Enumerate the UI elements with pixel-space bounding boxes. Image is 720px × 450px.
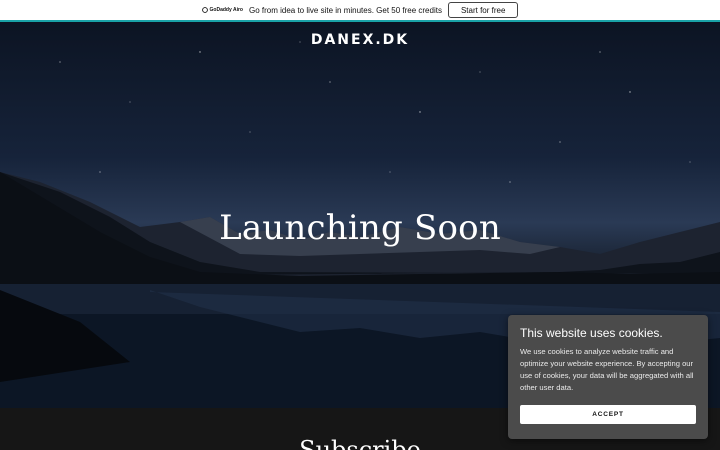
start-for-free-button[interactable]: Start for free — [447, 2, 519, 18]
godaddy-logo-text: GoDaddy Airo — [209, 7, 243, 13]
launching-soon-heading: Launching Soon — [219, 208, 501, 248]
promo-bar: GoDaddy Airo Go from idea to live site i… — [0, 0, 720, 22]
accept-cookies-button[interactable]: ACCEPT — [520, 405, 696, 424]
godaddy-icon — [201, 7, 208, 13]
cookie-dialog: This website uses cookies. We use cookie… — [508, 315, 708, 439]
godaddy-logo: GoDaddy Airo — [201, 7, 243, 13]
promo-text: Go from idea to live site in minutes. Ge… — [248, 5, 442, 15]
cookie-body: We use cookies to analyze website traffi… — [520, 347, 694, 392]
site-title[interactable]: DANEX.DK — [0, 32, 720, 48]
cookie-title: This website uses cookies. — [520, 326, 663, 340]
